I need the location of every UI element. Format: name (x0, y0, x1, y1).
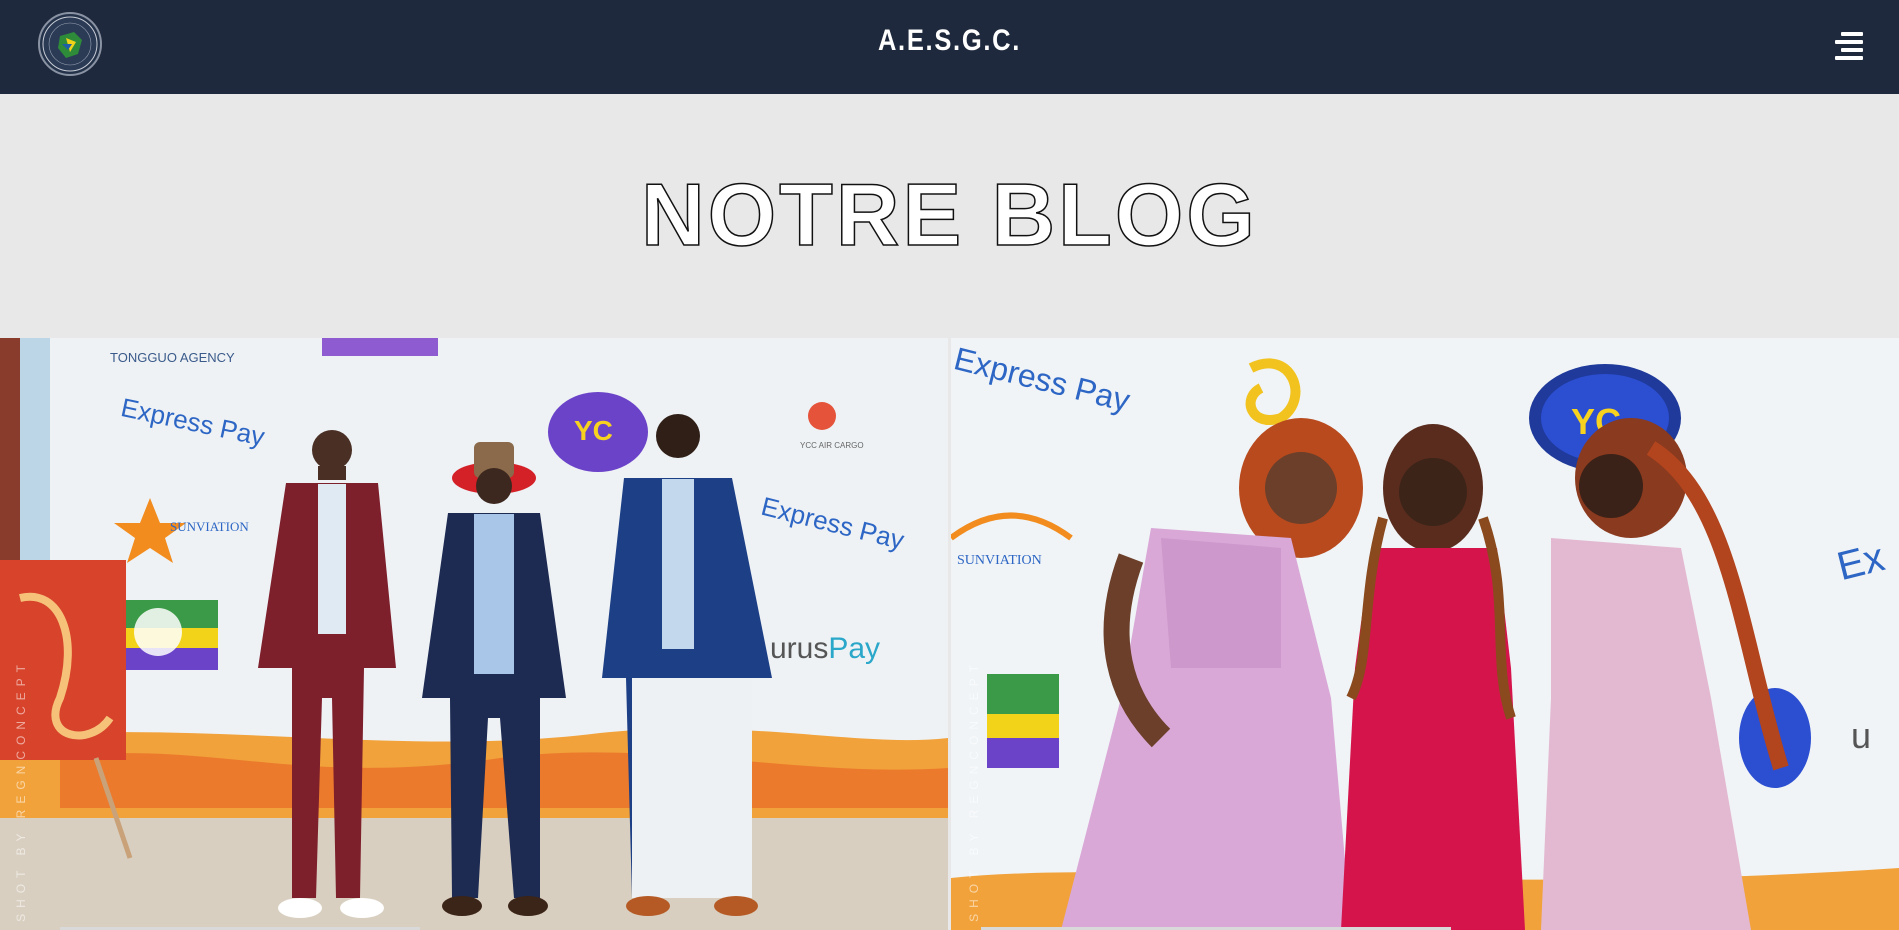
svg-text:urusPay: urusPay (770, 632, 880, 665)
svg-text:YCC AIR CARGO: YCC AIR CARGO (800, 441, 864, 450)
menu-line (1835, 40, 1863, 44)
svg-text:YC: YC (574, 415, 613, 446)
svg-text:SUNVIATION: SUNVIATION (957, 553, 1042, 568)
menu-line (1835, 56, 1863, 60)
blog-post-grid: TONGGUO AGENCY YC Express Pay Express Pa… (0, 338, 1899, 930)
blog-post-card[interactable]: TONGGUO AGENCY YC Express Pay Express Pa… (0, 338, 948, 930)
page-title-band: NOTRE BLOG (0, 94, 1899, 338)
hamburger-menu-icon[interactable] (1835, 30, 1863, 60)
post-photo-men: TONGGUO AGENCY YC Express Pay Express Pa… (0, 338, 948, 930)
photo-credit: SHOT BY REGNCONCEPT (967, 659, 981, 922)
svg-text:TONGGUO AGENCY: TONGGUO AGENCY (110, 350, 235, 365)
logo-emblem (42, 16, 98, 72)
site-title[interactable]: A.E.S.G.C. (142, 24, 1756, 58)
svg-text:SUNVIATION: SUNVIATION (170, 519, 249, 534)
page-title: NOTRE BLOG (640, 164, 1258, 265)
post-photo-women: Express Pay YC SUNVIATION u Ex (951, 338, 1899, 930)
blog-post-card[interactable]: Express Pay YC SUNVIATION u Ex SHOT BY R… (951, 338, 1899, 930)
association-logo-icon[interactable] (38, 12, 102, 76)
menu-line (1841, 32, 1863, 36)
site-header: A.E.S.G.C. (0, 0, 1899, 94)
photo-credit: SHOT BY REGNCONCEPT (14, 659, 28, 922)
svg-text:u: u (1851, 715, 1871, 756)
menu-line (1841, 48, 1863, 52)
